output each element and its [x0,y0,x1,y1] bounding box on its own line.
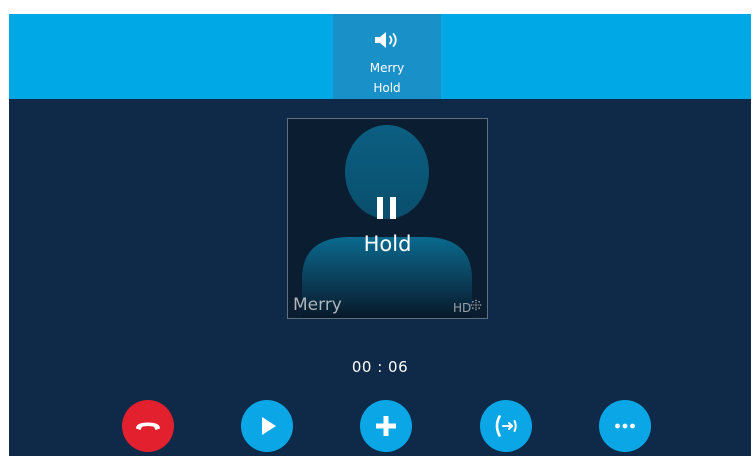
contact-avatar-card: Hold Merry HD [287,118,488,319]
caller-name: Merry [293,295,342,315]
call-tab-state: Hold [373,81,401,95]
hang-up-icon [136,422,160,430]
active-call-tab[interactable]: Merry Hold [333,14,441,99]
new-call-button[interactable] [360,400,412,452]
hd-label: HD [453,301,472,315]
speaker-icon [375,32,397,48]
hold-status-label: Hold [363,232,412,256]
transfer-icon [495,415,517,437]
call-screen: Merry Hold Hold Merry HD 00: 06 [9,14,751,456]
play-icon [262,417,276,435]
call-tabs-bar: Merry Hold [9,14,751,99]
hd-dots-icon [470,299,482,311]
resume-button[interactable] [241,400,293,452]
hd-audio-badge: HD [453,299,483,315]
ellipsis-icon [615,423,635,429]
more-button[interactable] [599,400,651,452]
pause-icon [377,197,397,219]
call-tab-name: Merry [369,61,405,75]
transfer-button[interactable] [480,400,532,452]
call-duration-timer: 00 : 06 [351,358,409,376]
plus-icon [376,416,396,436]
end-call-button[interactable] [122,400,174,452]
